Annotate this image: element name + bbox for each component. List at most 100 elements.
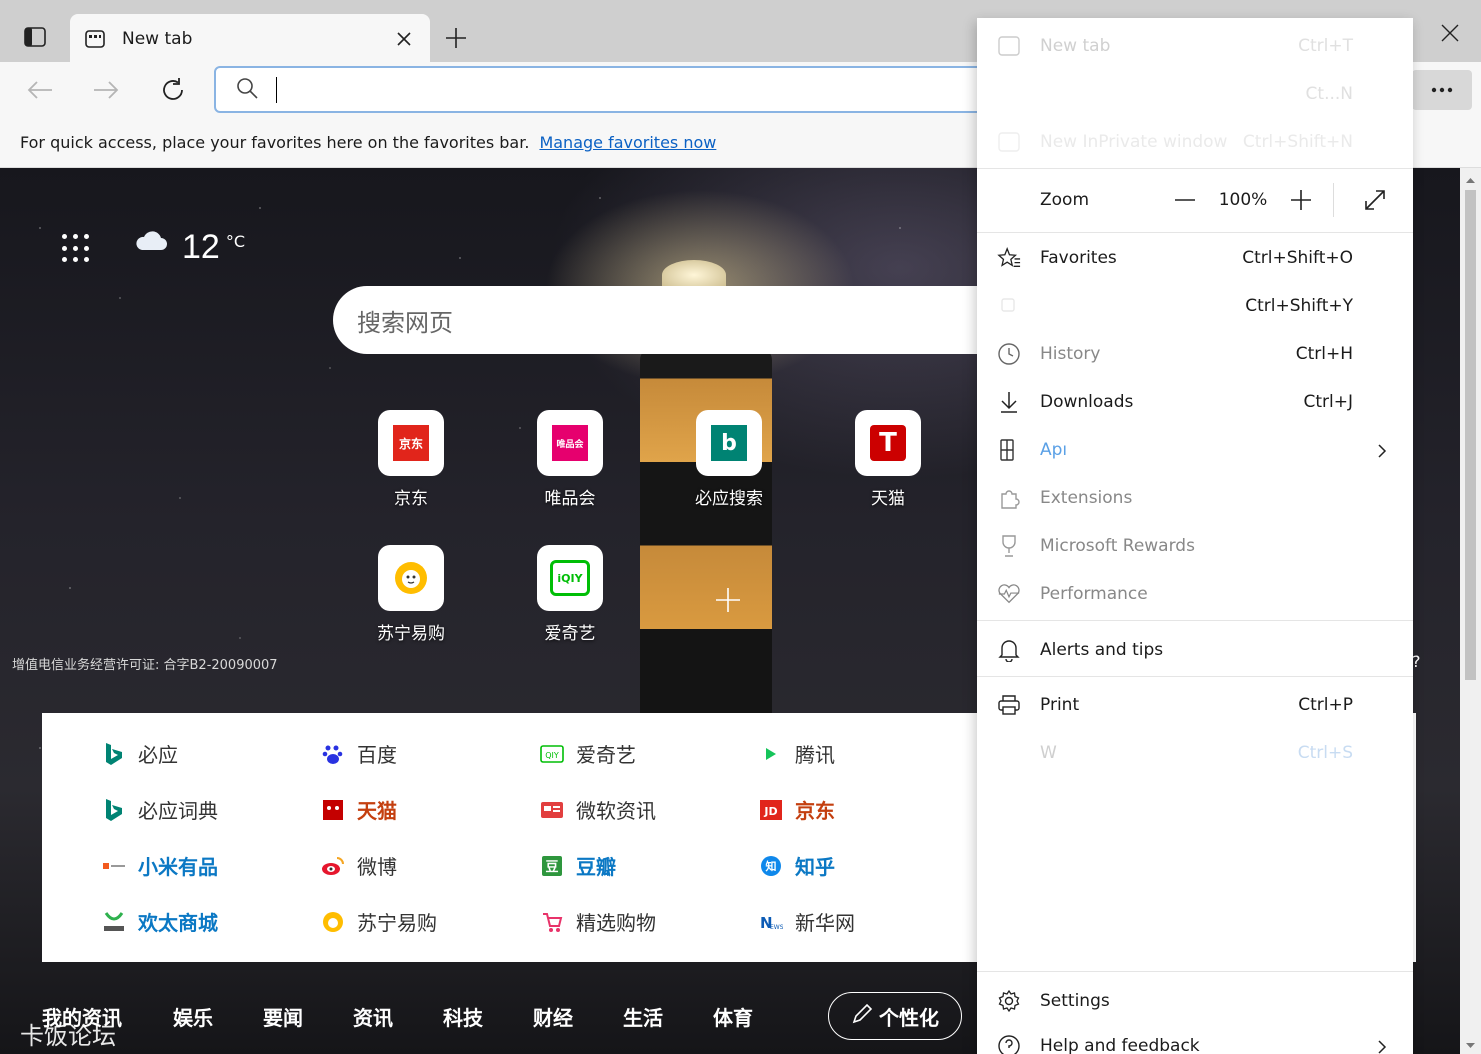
zoom-level: 100% bbox=[1218, 190, 1268, 210]
news-tab-sports[interactable]: 体育 bbox=[713, 1002, 753, 1031]
menu-new-tab[interactable]: New tab Ctrl+T bbox=[977, 24, 1413, 68]
app-launcher-icon[interactable] bbox=[62, 234, 92, 264]
tile-tmall[interactable]: T 天猫 bbox=[833, 410, 943, 509]
address-input[interactable] bbox=[291, 80, 891, 99]
youpin-icon bbox=[102, 854, 126, 878]
link-weibo[interactable]: 微博 bbox=[321, 851, 397, 880]
tile-iqiyi[interactable]: iQIY 爱奇艺 bbox=[515, 545, 625, 644]
tile-label: 京东 bbox=[394, 489, 428, 509]
news-tab-headlines[interactable]: 要闻 bbox=[263, 1002, 303, 1031]
link-douban[interactable]: 豆 豆瓣 bbox=[540, 851, 616, 880]
tile-vip[interactable]: 唯品会 唯品会 bbox=[515, 410, 625, 509]
weather-widget[interactable]: 12 °C bbox=[134, 228, 245, 267]
news-tab-life[interactable]: 生活 bbox=[623, 1002, 663, 1031]
tmall-icon bbox=[321, 798, 345, 822]
refresh-button[interactable] bbox=[155, 72, 191, 108]
tile-label: 爱奇艺 bbox=[544, 624, 596, 644]
download-icon bbox=[997, 390, 1021, 414]
active-tab[interactable]: New tab bbox=[70, 14, 430, 64]
news-tab-tech[interactable]: 科技 bbox=[443, 1002, 483, 1031]
tencent-icon bbox=[759, 742, 783, 766]
svg-text:JD: JD bbox=[763, 805, 777, 818]
link-tmall[interactable]: 天猫 bbox=[321, 795, 397, 824]
link-youpin[interactable]: 小米有品 bbox=[102, 851, 218, 880]
fullscreen-icon[interactable] bbox=[1357, 182, 1393, 218]
menu-collections[interactable]: Ctrl+Shift+Y bbox=[977, 284, 1413, 328]
link-iqiyi[interactable]: QIY 爱奇艺 bbox=[540, 739, 636, 768]
tile-label: 必应搜索 bbox=[695, 489, 763, 509]
menu-extensions[interactable]: Extensions bbox=[977, 476, 1413, 520]
new-tab-icon bbox=[997, 34, 1021, 58]
menu-downloads[interactable]: Downloads Ctrl+J bbox=[977, 380, 1413, 424]
vip-logo-icon: 唯品会 bbox=[537, 410, 603, 476]
menu-web-capture[interactable]: W Ctrl+S bbox=[977, 731, 1413, 775]
bing-logo-icon: b bbox=[696, 410, 762, 476]
menu-settings[interactable]: Settings bbox=[977, 979, 1413, 1023]
back-button[interactable] bbox=[22, 72, 58, 108]
link-xinhua[interactable]: N EWS 新华网 bbox=[759, 907, 855, 936]
address-bar[interactable] bbox=[214, 66, 1014, 113]
tab-actions-icon[interactable] bbox=[18, 22, 52, 52]
forward-button[interactable] bbox=[88, 72, 124, 108]
iqiyi-logo-icon: iQIY bbox=[537, 545, 603, 611]
menu-apps[interactable]: Apı bbox=[977, 428, 1413, 472]
link-jd[interactable]: JD 京东 bbox=[759, 795, 835, 824]
suning-lion-icon bbox=[378, 545, 444, 611]
link-msn[interactable]: 微软资讯 bbox=[540, 795, 656, 824]
shopping-cart-icon bbox=[540, 910, 564, 934]
menu-new-window[interactable]: Ct...N bbox=[977, 72, 1413, 116]
menu-microsoft-rewards[interactable]: Microsoft Rewards bbox=[977, 524, 1413, 568]
menu-alerts-and-tips[interactable]: Alerts and tips bbox=[977, 628, 1413, 672]
link-suning[interactable]: 苏宁易购 bbox=[321, 907, 437, 936]
search-icon bbox=[236, 77, 258, 103]
page-scrollbar[interactable] bbox=[1460, 168, 1481, 1054]
zoom-out-button[interactable] bbox=[1167, 182, 1203, 218]
menu-print[interactable]: Print Ctrl+P bbox=[977, 683, 1413, 727]
add-shortcut-button[interactable] bbox=[698, 570, 758, 630]
xinhua-icon: N EWS bbox=[759, 910, 783, 934]
tile-suning[interactable]: 苏宁易购 bbox=[356, 545, 466, 644]
link-bing[interactable]: 必应 bbox=[102, 739, 178, 768]
iqiyi-icon: QIY bbox=[540, 742, 564, 766]
settings-and-more-button[interactable] bbox=[1412, 70, 1472, 110]
menu-favorites[interactable]: Favorites Ctrl+Shift+O bbox=[977, 236, 1413, 280]
pencil-icon bbox=[851, 1003, 873, 1030]
scroll-thumb[interactable] bbox=[1465, 190, 1476, 680]
link-shopping[interactable]: 精选购物 bbox=[540, 907, 656, 936]
manage-favorites-link[interactable]: Manage favorites now bbox=[539, 133, 716, 152]
gear-icon bbox=[997, 989, 1021, 1013]
zoom-in-button[interactable] bbox=[1283, 182, 1319, 218]
news-tab-news[interactable]: 资讯 bbox=[353, 1002, 393, 1031]
tile-bing[interactable]: b 必应搜索 bbox=[674, 410, 784, 509]
jd-icon: JD bbox=[759, 798, 783, 822]
menu-history[interactable]: History Ctrl+H bbox=[977, 332, 1413, 376]
extensions-puzzle-icon bbox=[997, 486, 1021, 510]
menu-new-inprivate-window[interactable]: New InPrivate window Ctrl+Shift+N bbox=[977, 120, 1413, 164]
tile-jd[interactable]: 京东 京东 bbox=[356, 410, 466, 509]
web-search-box[interactable]: 搜索网页 bbox=[333, 286, 1033, 354]
link-zhihu[interactable]: 知 知乎 bbox=[759, 851, 835, 880]
chevron-right-icon bbox=[1375, 443, 1389, 458]
news-tab-entertainment[interactable]: 娱乐 bbox=[173, 1002, 213, 1031]
scroll-down-arrow-icon[interactable] bbox=[1464, 1037, 1477, 1050]
weather-unit: °C bbox=[225, 232, 245, 251]
heytap-icon bbox=[102, 910, 126, 934]
link-baidu[interactable]: 百度 bbox=[321, 739, 397, 768]
window-close-icon[interactable] bbox=[1432, 18, 1468, 48]
jd-logo-icon: 京东 bbox=[378, 410, 444, 476]
douban-icon: 豆 bbox=[540, 854, 564, 878]
close-tab-icon[interactable] bbox=[392, 27, 416, 51]
performance-heart-icon bbox=[997, 582, 1021, 606]
scroll-up-arrow-icon[interactable] bbox=[1464, 172, 1477, 185]
news-tab-finance[interactable]: 财经 bbox=[533, 1002, 573, 1031]
menu-performance[interactable]: Performance bbox=[977, 572, 1413, 616]
new-tab-page-icon bbox=[84, 28, 106, 50]
background-info-hint[interactable]: ? bbox=[1412, 652, 1421, 671]
link-bing-dict[interactable]: 必应词典 bbox=[102, 795, 218, 824]
menu-help-and-feedback[interactable]: Help and feedback bbox=[977, 1024, 1413, 1054]
link-heytap[interactable]: 欢太商城 bbox=[102, 907, 218, 936]
personalize-button[interactable]: 个性化 bbox=[828, 992, 962, 1040]
new-tab-button[interactable] bbox=[440, 22, 472, 54]
license-text: 增值电信业务经营许可证: 合字B2-20090007 bbox=[12, 658, 278, 673]
link-tencent[interactable]: 腾讯 bbox=[759, 739, 835, 768]
